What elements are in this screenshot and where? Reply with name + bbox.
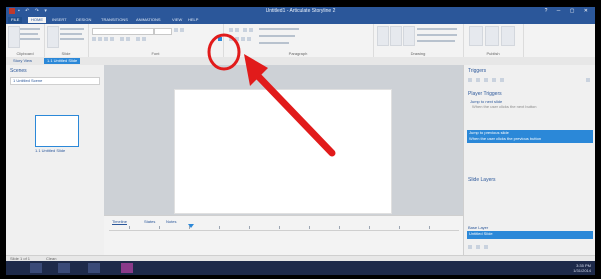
timeline-ruler[interactable]	[109, 226, 459, 231]
italic-button[interactable]	[98, 37, 102, 41]
numbering-button[interactable]	[235, 28, 239, 32]
tab-transitions[interactable]: TRANSITIONS	[101, 17, 128, 23]
explorer-taskbar-icon[interactable]	[30, 263, 42, 273]
slide-stage[interactable]	[174, 89, 392, 214]
group-drawing: Drawing	[373, 24, 464, 57]
align-center-button[interactable]	[235, 37, 239, 41]
increase-indent-button[interactable]	[249, 28, 253, 32]
slide-layers-title: Slide Layers	[468, 177, 496, 183]
triggers-title: Triggers	[468, 68, 487, 74]
copy-trigger-icon[interactable]	[484, 78, 488, 82]
tab-animations[interactable]: ANIMATIONS	[136, 17, 161, 23]
justify-button[interactable]	[247, 37, 251, 41]
tab-file[interactable]: FILE	[8, 17, 23, 23]
slide-canvas	[104, 65, 463, 215]
tab-design[interactable]: DESIGN	[76, 17, 91, 23]
subscript-button[interactable]	[120, 37, 124, 41]
ribbon-tabs: FILE HOME INSERT DESIGN TRANSITIONS ANIM…	[6, 16, 595, 24]
group-label-font: Font	[151, 51, 160, 56]
align-right-button[interactable]	[241, 37, 245, 41]
group-label-publish: Publish	[486, 51, 500, 56]
trigger-previous-detail: When the user clicks the previous button	[469, 136, 542, 141]
underline-button[interactable]	[104, 37, 108, 41]
group-clipboard: Clipboard	[6, 24, 45, 57]
edit-trigger-icon[interactable]	[476, 78, 480, 82]
windows-taskbar: 3:35 PM 1/31/2014	[6, 261, 595, 275]
view-tabs: Story View 1.1 Untitled Slide	[6, 57, 595, 65]
font-family-select[interactable]	[92, 28, 154, 35]
bullets-button[interactable]	[229, 28, 233, 32]
base-layer-row[interactable]: Untitled Slide	[467, 231, 593, 239]
new-trigger-icon[interactable]	[468, 78, 472, 82]
scenes-panel: Scenes 1 Untitled Scene 1.1 Untitled Sli…	[6, 65, 105, 255]
base-layer-name: Untitled Slide	[469, 231, 493, 236]
group-paragraph: Paragraph	[223, 24, 374, 57]
duplicate-layer-icon[interactable]	[476, 245, 480, 249]
player-button[interactable]	[501, 26, 515, 46]
scene-dropdown[interactable]: 1 Untitled Scene	[10, 77, 100, 85]
tab-insert[interactable]: INSERT	[52, 17, 67, 23]
trigger-previous-slide[interactable]: Jump to previous slide When the user cli…	[467, 130, 593, 143]
tab-slide-view[interactable]: 1.1 Untitled Slide	[44, 58, 81, 64]
arrange-button[interactable]	[390, 26, 402, 46]
group-label-clipboard: Clipboard	[16, 51, 34, 56]
group-label-drawing: Drawing	[410, 51, 426, 56]
timeline-playhead[interactable]	[188, 224, 194, 228]
base-layer-label: Base Layer	[468, 225, 489, 230]
group-font: Font	[88, 24, 224, 57]
tab-view[interactable]: VIEW	[172, 17, 182, 23]
slide-thumbnail[interactable]	[35, 115, 79, 147]
group-slide: Slide	[44, 24, 89, 57]
tab-help[interactable]: HELP	[188, 17, 198, 23]
delete-trigger-icon[interactable]	[500, 78, 504, 82]
slide-thumbnail-label: 1.1 Untitled Slide	[35, 148, 66, 153]
grow-font-button[interactable]	[174, 28, 178, 32]
tab-timeline[interactable]: Timeline	[112, 219, 127, 225]
window-title: Untitled1 - Articulate Storyline 2	[265, 8, 336, 14]
paste-button[interactable]	[8, 26, 20, 48]
paste-trigger-icon[interactable]	[492, 78, 496, 82]
decrease-indent-button[interactable]	[243, 28, 247, 32]
publish-button[interactable]	[485, 26, 499, 46]
system-tray[interactable]: 3:35 PM 1/31/2014	[573, 263, 591, 273]
superscript-button[interactable]	[126, 37, 130, 41]
photos-taskbar-icon[interactable]	[88, 263, 100, 273]
shrink-font-button[interactable]	[180, 28, 184, 32]
font-size-select[interactable]	[154, 28, 172, 35]
group-publish: Publish	[463, 24, 524, 57]
bold-button[interactable]	[92, 37, 96, 41]
text-highlight-button[interactable]	[136, 37, 140, 41]
trigger-next-detail: When the user clicks the next button	[472, 104, 537, 109]
tab-home[interactable]: HOME	[28, 17, 46, 23]
tab-notes[interactable]: Notes	[166, 219, 176, 224]
new-slide-button[interactable]	[47, 26, 59, 48]
align-left-button[interactable]	[229, 37, 233, 41]
ribbon: Clipboard Slide Font Paragraph Drawing P…	[6, 24, 595, 58]
player-triggers-label: Player Triggers	[468, 91, 502, 97]
tab-story-view[interactable]: Story View	[10, 58, 35, 64]
trigger-settings-icon[interactable]	[586, 78, 590, 82]
window-controls[interactable]: ? ─ ▢ ✕	[545, 8, 592, 14]
group-label-paragraph: Paragraph	[288, 51, 308, 56]
storyline-taskbar-icon[interactable]	[121, 263, 133, 273]
shapes-button[interactable]	[377, 26, 389, 46]
quick-styles-button[interactable]	[403, 26, 415, 46]
strikethrough-button[interactable]	[110, 37, 114, 41]
tray-date: 1/31/2014	[573, 268, 591, 273]
font-color-button[interactable]	[142, 37, 146, 41]
app-window: ▪ ↶ ↷ ▾ Untitled1 - Articulate Storyline…	[6, 7, 595, 275]
title-bar: ▪ ↶ ↷ ▾ Untitled1 - Articulate Storyline…	[6, 7, 595, 16]
tab-states[interactable]: States	[144, 219, 155, 224]
delete-layer-icon[interactable]	[484, 245, 488, 249]
preview-button[interactable]	[469, 26, 483, 46]
new-layer-icon[interactable]	[468, 245, 472, 249]
triggers-panel: Triggers Player Triggers Jump to next sl…	[463, 65, 595, 255]
scenes-title: Scenes	[10, 68, 27, 74]
format-painter-button[interactable]	[218, 37, 222, 41]
timeline-panel: Timeline States Notes	[104, 215, 463, 256]
group-label-slide: Slide	[61, 51, 71, 56]
media-taskbar-icon[interactable]	[58, 263, 70, 273]
